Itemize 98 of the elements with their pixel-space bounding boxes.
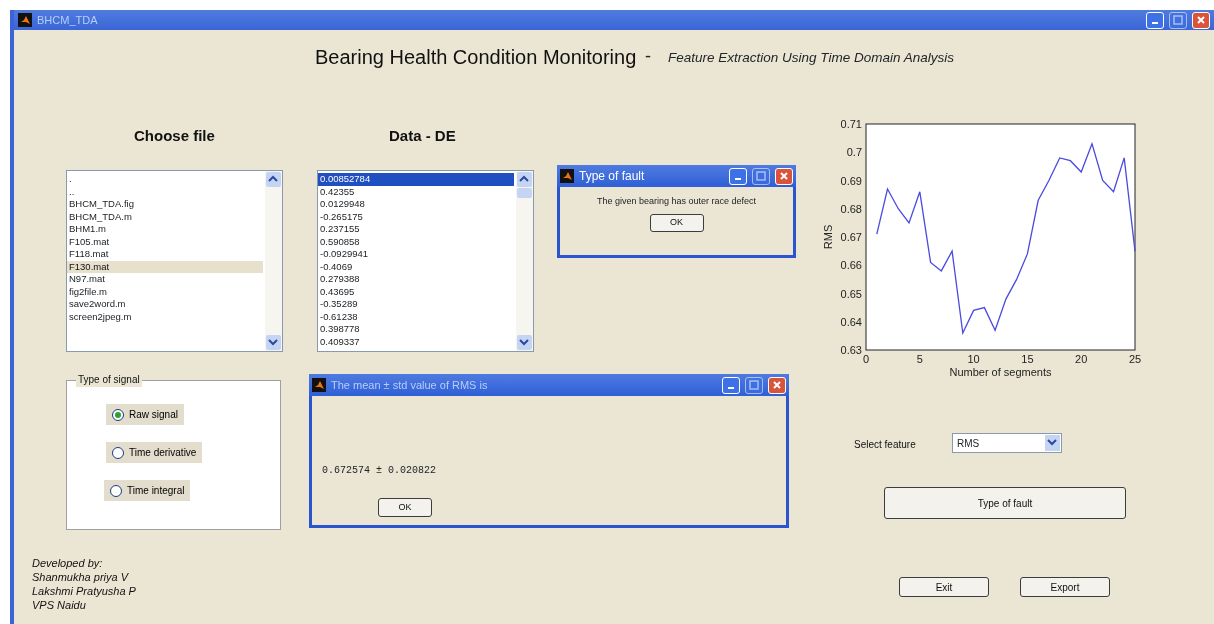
- close-button[interactable]: [775, 167, 793, 185]
- app-icon: [560, 169, 574, 183]
- close-icon: [779, 171, 789, 181]
- scroll-up-button[interactable]: [266, 172, 281, 187]
- app-icon: [312, 378, 326, 392]
- feature-label: Select feature: [854, 438, 916, 452]
- x-tick-label: 25: [1128, 353, 1142, 365]
- y-axis-label: RMS: [822, 224, 834, 250]
- maximize-icon: [749, 380, 759, 390]
- x-axis-label: Number of segments: [949, 366, 1052, 378]
- y-tick-label: 0.65: [840, 287, 862, 300]
- list-item[interactable]: BHM1.m: [67, 223, 263, 236]
- minimize-icon: [728, 386, 734, 389]
- minimize-icon: [735, 177, 741, 180]
- list-item[interactable]: -0.35289: [318, 298, 514, 311]
- export-button[interactable]: Export: [1020, 577, 1110, 597]
- y-tick-label: 0.66: [840, 259, 862, 272]
- list-item[interactable]: .: [67, 173, 263, 186]
- y-tick-label: 0.64: [840, 315, 862, 328]
- radio-option[interactable]: Time derivative: [106, 442, 203, 463]
- x-tick-label: 10: [967, 353, 980, 365]
- minimize-icon: [1152, 21, 1158, 24]
- list-item[interactable]: N97.mat: [67, 273, 263, 286]
- credit-line: Shanmukha priya V: [32, 570, 128, 585]
- minimize-button[interactable]: [729, 167, 747, 185]
- scrollbar[interactable]: [265, 171, 282, 351]
- x-tick-label: 15: [1021, 353, 1034, 365]
- ok-button[interactable]: OK: [649, 213, 704, 232]
- minimize-button[interactable]: [1146, 11, 1164, 29]
- list-item[interactable]: fig2file.m: [67, 285, 263, 298]
- credit-line: VPS Naidu: [32, 598, 86, 613]
- close-button[interactable]: [1192, 11, 1210, 29]
- app-heading: Bearing Health Condition Monitoring: [315, 45, 637, 70]
- y-tick-label: 0.69: [840, 174, 862, 187]
- list-item[interactable]: F105.mat: [67, 235, 263, 248]
- close-icon: [1196, 15, 1206, 25]
- list-item[interactable]: ..: [67, 185, 263, 198]
- y-tick-label: 0.7: [846, 146, 862, 159]
- ok-button[interactable]: OK: [378, 498, 432, 517]
- type-of-fault-button[interactable]: Type of fault: [884, 487, 1126, 519]
- list-item[interactable]: 0.00852784: [318, 173, 514, 186]
- x-tick-label: 20: [1075, 353, 1088, 365]
- maximize-button[interactable]: [745, 376, 763, 394]
- list-item[interactable]: 0.237155: [318, 223, 514, 236]
- scroll-down-button[interactable]: [266, 335, 281, 350]
- list-item[interactable]: F130.mat: [67, 260, 263, 273]
- list-item[interactable]: 0.43695: [318, 285, 514, 298]
- dialog-title: The mean ± std value of RMS is: [331, 377, 488, 393]
- panel-title: Type of signal: [76, 372, 142, 387]
- list-item[interactable]: 0.42355: [318, 185, 514, 198]
- maximize-button[interactable]: [1169, 11, 1187, 29]
- feature-dropdown[interactable]: RMS: [952, 433, 1062, 453]
- heading-subtitle: Feature Extraction Using Time Domain Analysis: [668, 49, 954, 67]
- list-item[interactable]: 0.0129948: [318, 198, 514, 211]
- minimize-button[interactable]: [722, 376, 740, 394]
- credit-line: Lakshmi Pratyusha P: [32, 584, 136, 599]
- list-item[interactable]: -0.0929941: [318, 248, 514, 261]
- list-item[interactable]: F118.mat: [67, 248, 263, 261]
- close-button[interactable]: [768, 376, 786, 394]
- window-title: BHCM_TDA: [37, 12, 98, 28]
- list-label: Data - DE: [389, 126, 456, 146]
- list-item[interactable]: screen2jpeg.m: [67, 310, 263, 323]
- list-item[interactable]: 0.398778: [318, 323, 514, 336]
- list-item[interactable]: -0.61238: [318, 310, 514, 323]
- exit-button[interactable]: Exit: [899, 577, 989, 597]
- maximize-icon: [756, 171, 766, 181]
- scroll-up-button[interactable]: [517, 172, 532, 187]
- list-item[interactable]: -0.4069: [318, 260, 514, 273]
- y-tick-label: 0.71: [840, 118, 862, 130]
- scroll-down-button[interactable]: [517, 335, 532, 350]
- scroll-thumb[interactable]: [517, 188, 532, 198]
- list-item[interactable]: BHCM_TDA.fig: [67, 198, 263, 211]
- dialog-message: 0.672574 ± 0.020822: [322, 465, 437, 476]
- maximize-icon: [1173, 15, 1183, 25]
- file-listbox[interactable]: . .. BHCM_TDA.fig BHCM_TDA.m BHM1.m F105.mat F118.mat F130.mat N97.mat fig2file.m save2word.m screen2jpeg.m: [66, 170, 283, 352]
- list-item[interactable]: 0.590858: [318, 235, 514, 248]
- app-icon: [18, 13, 32, 27]
- y-tick-label: 0.63: [840, 344, 862, 356]
- list-item[interactable]: 0.279388: [318, 273, 514, 286]
- dialog-message: The given bearing has outer race defect: [596, 195, 757, 208]
- list-label: Choose file: [134, 126, 215, 146]
- radio-option[interactable]: Raw signal: [106, 404, 184, 425]
- list-item[interactable]: save2word.m: [67, 298, 263, 311]
- dialog-title: Type of fault: [579, 168, 645, 185]
- y-tick-label: 0.67: [840, 231, 862, 243]
- list-item[interactable]: 0.409337: [318, 335, 514, 348]
- list-item[interactable]: BHCM_TDA.m: [67, 210, 263, 223]
- close-icon: [772, 380, 782, 390]
- data-listbox[interactable]: 0.00852784 0.42355 0.0129948 -0.265175 0.237155 0.590858 -0.0929941 -0.4069 0.279388 0.43695 -0.35289 -0.61238 0.398778 0.409337: [317, 170, 534, 352]
- y-tick-label: 0.68: [840, 202, 862, 215]
- x-tick-label: 5: [916, 353, 923, 365]
- x-tick-label: 0: [862, 353, 870, 365]
- list-item[interactable]: -0.265175: [318, 210, 514, 223]
- scrollbar[interactable]: [516, 171, 533, 351]
- radio-option[interactable]: Time integral: [104, 480, 191, 501]
- maximize-button[interactable]: [752, 167, 770, 185]
- credit-line: Developed by:: [32, 556, 103, 571]
- heading-separator: -: [645, 45, 651, 68]
